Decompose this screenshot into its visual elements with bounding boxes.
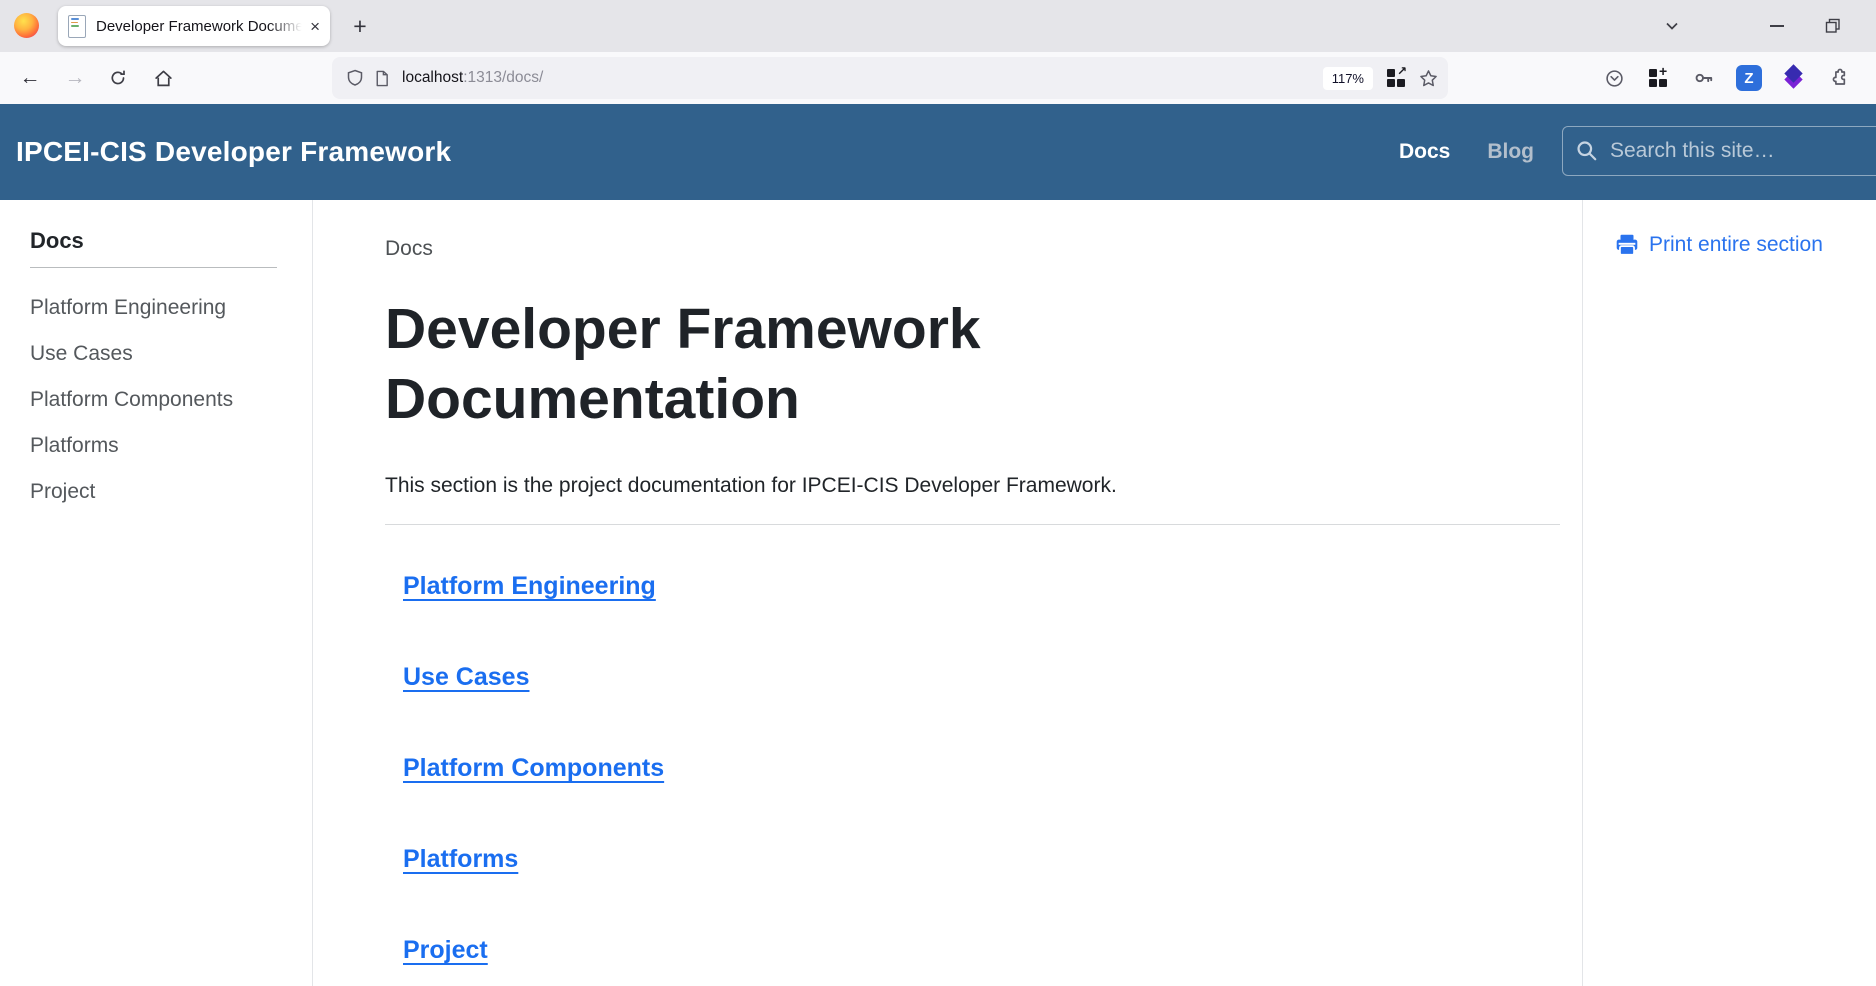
site-search-input[interactable] xyxy=(1608,138,1876,164)
zoom-level-badge[interactable]: 117% xyxy=(1323,67,1373,90)
browser-tab[interactable]: Developer Framework Documentation × xyxy=(58,6,330,46)
toc-column: Print entire section xyxy=(1582,200,1876,986)
sidebar-item-platform-components[interactable]: Platform Components xyxy=(30,378,312,424)
intro-paragraph: This section is the project documentatio… xyxy=(385,472,1560,500)
section-link-use-cases[interactable]: Use Cases xyxy=(403,663,529,691)
tab-close-icon[interactable]: × xyxy=(310,18,320,35)
minimize-button[interactable] xyxy=(1757,8,1797,44)
url-bar[interactable]: localhost:1313/docs/ 117% ↗ xyxy=(332,57,1448,99)
grid-plus-icon[interactable]: + xyxy=(1642,60,1676,96)
url-host: localhost xyxy=(402,69,463,86)
content-divider xyxy=(385,524,1560,525)
page-body: Docs Platform Engineering Use Cases Plat… xyxy=(0,200,1876,986)
page-title: Developer Framework Documentation xyxy=(385,294,1215,434)
page-info-icon[interactable] xyxy=(368,70,394,87)
section-link-list: Platform Engineering Use Cases Platform … xyxy=(385,569,1560,967)
forward-button[interactable]: → xyxy=(57,60,93,96)
print-section-link[interactable]: Print entire section xyxy=(1614,232,1876,258)
sidebar-item-platforms[interactable]: Platforms xyxy=(30,424,312,470)
bookmark-star-icon[interactable] xyxy=(1419,69,1438,88)
main-content: Docs Developer Framework Documentation T… xyxy=(385,200,1560,986)
site-nav: Docs Blog xyxy=(1399,104,1534,200)
sidebar-nav-list: Platform Engineering Use Cases Platform … xyxy=(30,286,312,516)
grid-arrow-icon[interactable]: ↗ xyxy=(1387,68,1407,88)
restore-icon xyxy=(1825,18,1841,34)
home-button[interactable] xyxy=(145,60,181,96)
firefox-logo-icon xyxy=(14,13,39,38)
docs-sidebar: Docs Platform Engineering Use Cases Plat… xyxy=(0,200,313,986)
url-text[interactable]: localhost:1313/docs/ xyxy=(402,69,543,87)
section-link-project[interactable]: Project xyxy=(403,936,488,964)
back-button[interactable]: ← xyxy=(12,60,48,96)
sidebar-heading: Docs xyxy=(30,228,312,254)
chevron-down-icon xyxy=(1664,18,1680,34)
page-favicon-icon xyxy=(68,15,86,38)
reload-icon xyxy=(109,69,127,87)
site-search-box[interactable] xyxy=(1562,126,1876,176)
browser-window: Developer Framework Documentation × + ← … xyxy=(0,0,1876,986)
sidebar-item-use-cases[interactable]: Use Cases xyxy=(30,332,312,378)
section-link-platform-components[interactable]: Platform Components xyxy=(403,754,664,782)
section-link-platform-engineering[interactable]: Platform Engineering xyxy=(403,572,656,600)
url-path: :1313/docs/ xyxy=(463,69,543,86)
breadcrumb[interactable]: Docs xyxy=(385,238,1560,260)
sidebar-item-project[interactable]: Project xyxy=(30,470,312,516)
key-icon[interactable] xyxy=(1687,60,1721,96)
new-tab-button[interactable]: + xyxy=(342,8,378,44)
print-section-label: Print entire section xyxy=(1649,233,1823,257)
browser-nav-toolbar: ← → xyxy=(0,52,1876,105)
search-icon xyxy=(1576,140,1598,162)
nav-item-blog[interactable]: Blog xyxy=(1487,140,1534,164)
tab-title: Developer Framework Documentation xyxy=(96,18,306,35)
site-header: IPCEI-CIS Developer Framework Docs Blog xyxy=(0,104,1876,200)
site-title[interactable]: IPCEI-CIS Developer Framework xyxy=(16,104,451,200)
zotero-extension-icon[interactable]: Z xyxy=(1732,60,1766,96)
toolbar-extension-area: + Z xyxy=(1597,60,1856,96)
home-icon xyxy=(154,69,173,88)
sidebar-item-platform-engineering[interactable]: Platform Engineering xyxy=(30,286,312,332)
minimize-icon xyxy=(1770,25,1784,27)
tracking-shield-icon[interactable] xyxy=(342,69,368,87)
restore-window-button[interactable] xyxy=(1813,8,1853,44)
reload-button[interactable] xyxy=(100,60,136,96)
list-all-tabs-button[interactable] xyxy=(1652,8,1692,44)
pocket-icon[interactable] xyxy=(1597,60,1631,96)
printer-icon xyxy=(1614,232,1640,258)
nav-item-docs[interactable]: Docs xyxy=(1399,140,1450,164)
puzzle-extensions-icon[interactable] xyxy=(1822,60,1856,96)
section-link-platforms[interactable]: Platforms xyxy=(403,845,518,873)
purple-layers-extension-icon[interactable] xyxy=(1777,60,1811,96)
sidebar-divider xyxy=(30,267,277,268)
browser-tab-bar: Developer Framework Documentation × + xyxy=(0,0,1876,52)
